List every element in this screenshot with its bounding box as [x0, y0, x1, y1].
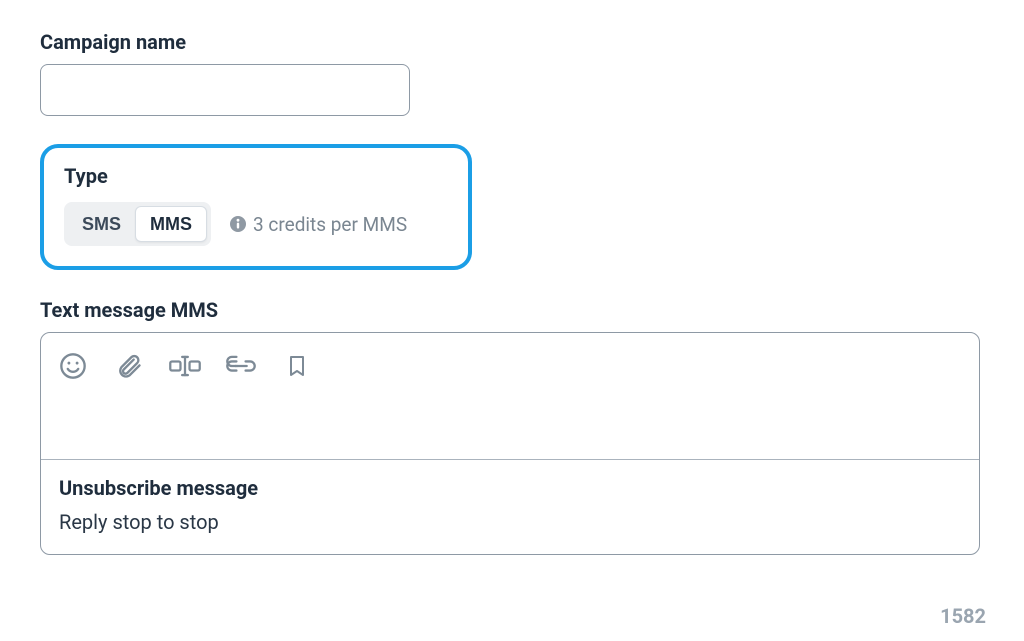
editor-toolbar — [41, 333, 979, 393]
message-label: Text message MMS — [40, 298, 984, 322]
type-segmented-control: SMS MMS — [64, 202, 211, 246]
bookmark-button[interactable] — [281, 350, 313, 382]
info-icon — [229, 215, 247, 233]
type-option-mms[interactable]: MMS — [135, 206, 207, 242]
textfield-icon — [168, 352, 202, 380]
message-editor: Unsubscribe message Reply stop to stop — [40, 332, 980, 555]
unsubscribe-title: Unsubscribe message — [59, 476, 961, 500]
attachment-icon — [115, 352, 143, 380]
campaign-name-label: Campaign name — [40, 30, 984, 54]
link-button[interactable] — [225, 350, 257, 382]
emoji-icon — [59, 352, 87, 380]
attachment-button[interactable] — [113, 350, 145, 382]
type-option-sms[interactable]: SMS — [68, 206, 135, 242]
character-count: 1582 — [940, 604, 986, 628]
bookmark-icon — [285, 352, 309, 380]
credits-note: 3 credits per MMS — [229, 213, 407, 236]
campaign-name-input[interactable] — [40, 64, 410, 116]
message-textarea[interactable] — [41, 393, 979, 459]
link-icon — [225, 352, 257, 380]
type-selector-box: Type SMS MMS 3 credits per MMS — [40, 144, 472, 270]
type-label: Type — [64, 164, 448, 188]
credits-note-text: 3 credits per MMS — [253, 213, 407, 236]
unsubscribe-block: Unsubscribe message Reply stop to stop — [41, 459, 979, 554]
emoji-button[interactable] — [57, 350, 89, 382]
textfield-button[interactable] — [169, 350, 201, 382]
unsubscribe-text: Reply stop to stop — [59, 510, 961, 534]
